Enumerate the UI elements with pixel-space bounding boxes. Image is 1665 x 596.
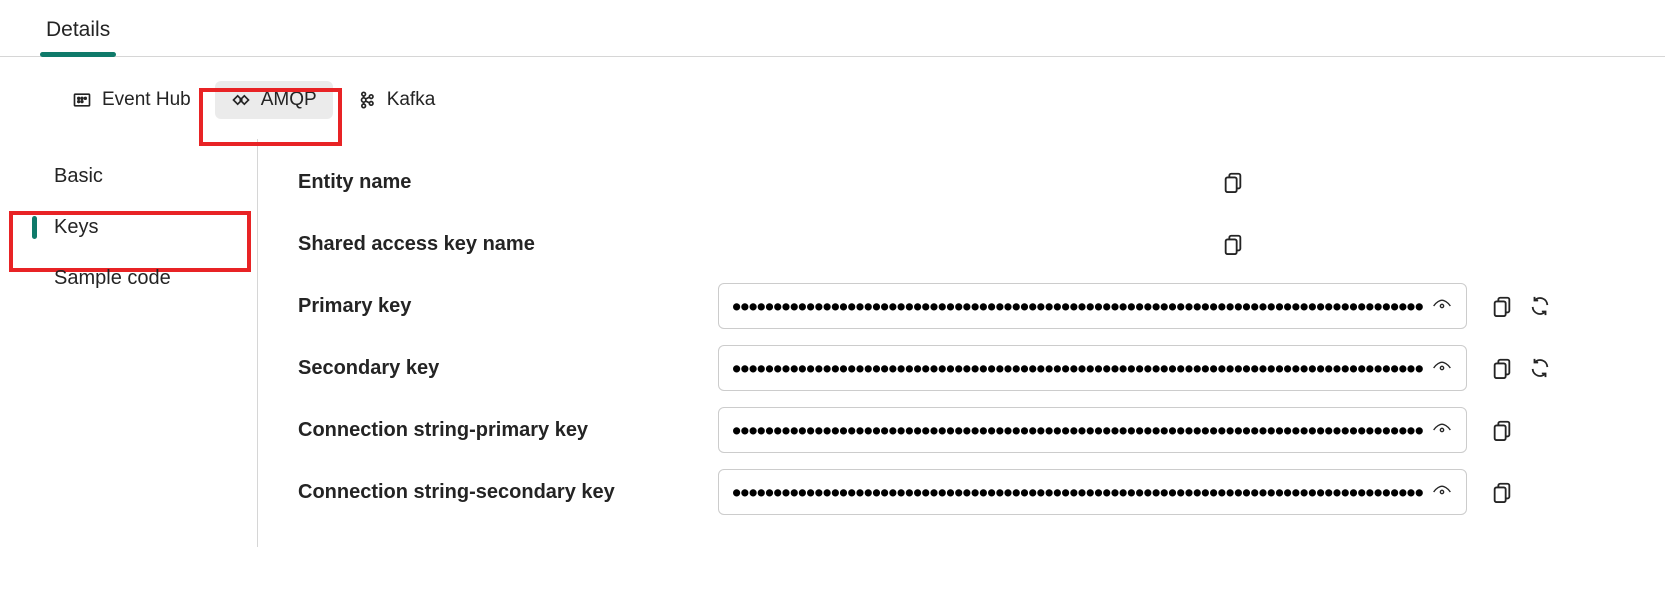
masked-conn-secondary: ●●●●●●●●●●●●●●●●●●●●●●●●●●●●●●●●●●●●●●●●…: [733, 485, 1424, 499]
reveal-conn-primary-button[interactable]: [1432, 420, 1452, 440]
reveal-conn-secondary-button[interactable]: [1432, 482, 1452, 502]
row-conn-secondary: Connection string-secondary key ●●●●●●●●…: [298, 461, 1633, 523]
protocol-tab-amqp[interactable]: AMQP: [215, 81, 333, 119]
sidebar-item-basic[interactable]: Basic: [0, 151, 257, 202]
input-conn-primary[interactable]: ●●●●●●●●●●●●●●●●●●●●●●●●●●●●●●●●●●●●●●●●…: [718, 407, 1467, 453]
top-tab-bar: Details: [0, 0, 1665, 57]
row-conn-primary: Connection string-primary key ●●●●●●●●●●…: [298, 399, 1633, 461]
row-primary-key: Primary key ●●●●●●●●●●●●●●●●●●●●●●●●●●●●…: [298, 275, 1633, 337]
label-primary-key: Primary key: [298, 295, 718, 318]
masked-conn-primary: ●●●●●●●●●●●●●●●●●●●●●●●●●●●●●●●●●●●●●●●●…: [733, 423, 1424, 437]
protocol-tab-bar: Event Hub AMQP Kafka: [0, 57, 1665, 139]
row-secondary-key: Secondary key ●●●●●●●●●●●●●●●●●●●●●●●●●●…: [298, 337, 1633, 399]
masked-secondary-key: ●●●●●●●●●●●●●●●●●●●●●●●●●●●●●●●●●●●●●●●●…: [733, 361, 1424, 375]
sidebar-item-keys[interactable]: Keys: [0, 202, 257, 253]
protocol-tab-amqp-label: AMQP: [261, 89, 317, 111]
masked-primary-key: ●●●●●●●●●●●●●●●●●●●●●●●●●●●●●●●●●●●●●●●●…: [733, 299, 1424, 313]
input-conn-secondary[interactable]: ●●●●●●●●●●●●●●●●●●●●●●●●●●●●●●●●●●●●●●●●…: [718, 469, 1467, 515]
regenerate-secondary-key-button[interactable]: [1529, 357, 1551, 379]
label-conn-secondary: Connection string-secondary key: [298, 481, 718, 504]
copy-shared-access-key-name-button[interactable]: [1222, 233, 1244, 255]
input-secondary-key[interactable]: ●●●●●●●●●●●●●●●●●●●●●●●●●●●●●●●●●●●●●●●●…: [718, 345, 1467, 391]
protocol-tab-kafka[interactable]: Kafka: [341, 81, 452, 119]
protocol-tab-kafka-label: Kafka: [387, 89, 436, 111]
eventhub-icon: [72, 90, 92, 110]
label-conn-primary: Connection string-primary key: [298, 419, 718, 442]
copy-conn-primary-button[interactable]: [1491, 419, 1513, 441]
label-shared-access-key-name: Shared access key name: [298, 233, 718, 256]
label-secondary-key: Secondary key: [298, 357, 718, 380]
protocol-tab-eventhub[interactable]: Event Hub: [56, 81, 207, 119]
copy-primary-key-button[interactable]: [1491, 295, 1513, 317]
protocol-tab-eventhub-label: Event Hub: [102, 89, 191, 111]
kafka-icon: [357, 90, 377, 110]
tab-details[interactable]: Details: [40, 0, 116, 56]
sidebar: Basic Keys Sample code: [0, 139, 258, 547]
copy-conn-secondary-button[interactable]: [1491, 481, 1513, 503]
regenerate-primary-key-button[interactable]: [1529, 295, 1551, 317]
row-shared-access-key-name: Shared access key name: [298, 213, 1633, 275]
label-entity-name: Entity name: [298, 171, 718, 194]
reveal-primary-key-button[interactable]: [1432, 296, 1452, 316]
sidebar-item-sample-code[interactable]: Sample code: [0, 253, 257, 304]
row-entity-name: Entity name: [298, 151, 1633, 213]
copy-entity-name-button[interactable]: [1222, 171, 1244, 193]
body-area: Basic Keys Sample code Entity name Share…: [0, 139, 1665, 547]
input-primary-key[interactable]: ●●●●●●●●●●●●●●●●●●●●●●●●●●●●●●●●●●●●●●●●…: [718, 283, 1467, 329]
copy-secondary-key-button[interactable]: [1491, 357, 1513, 379]
content-panel: Entity name Shared access key name Prima…: [258, 139, 1665, 547]
amqp-icon: [231, 90, 251, 110]
reveal-secondary-key-button[interactable]: [1432, 358, 1452, 378]
